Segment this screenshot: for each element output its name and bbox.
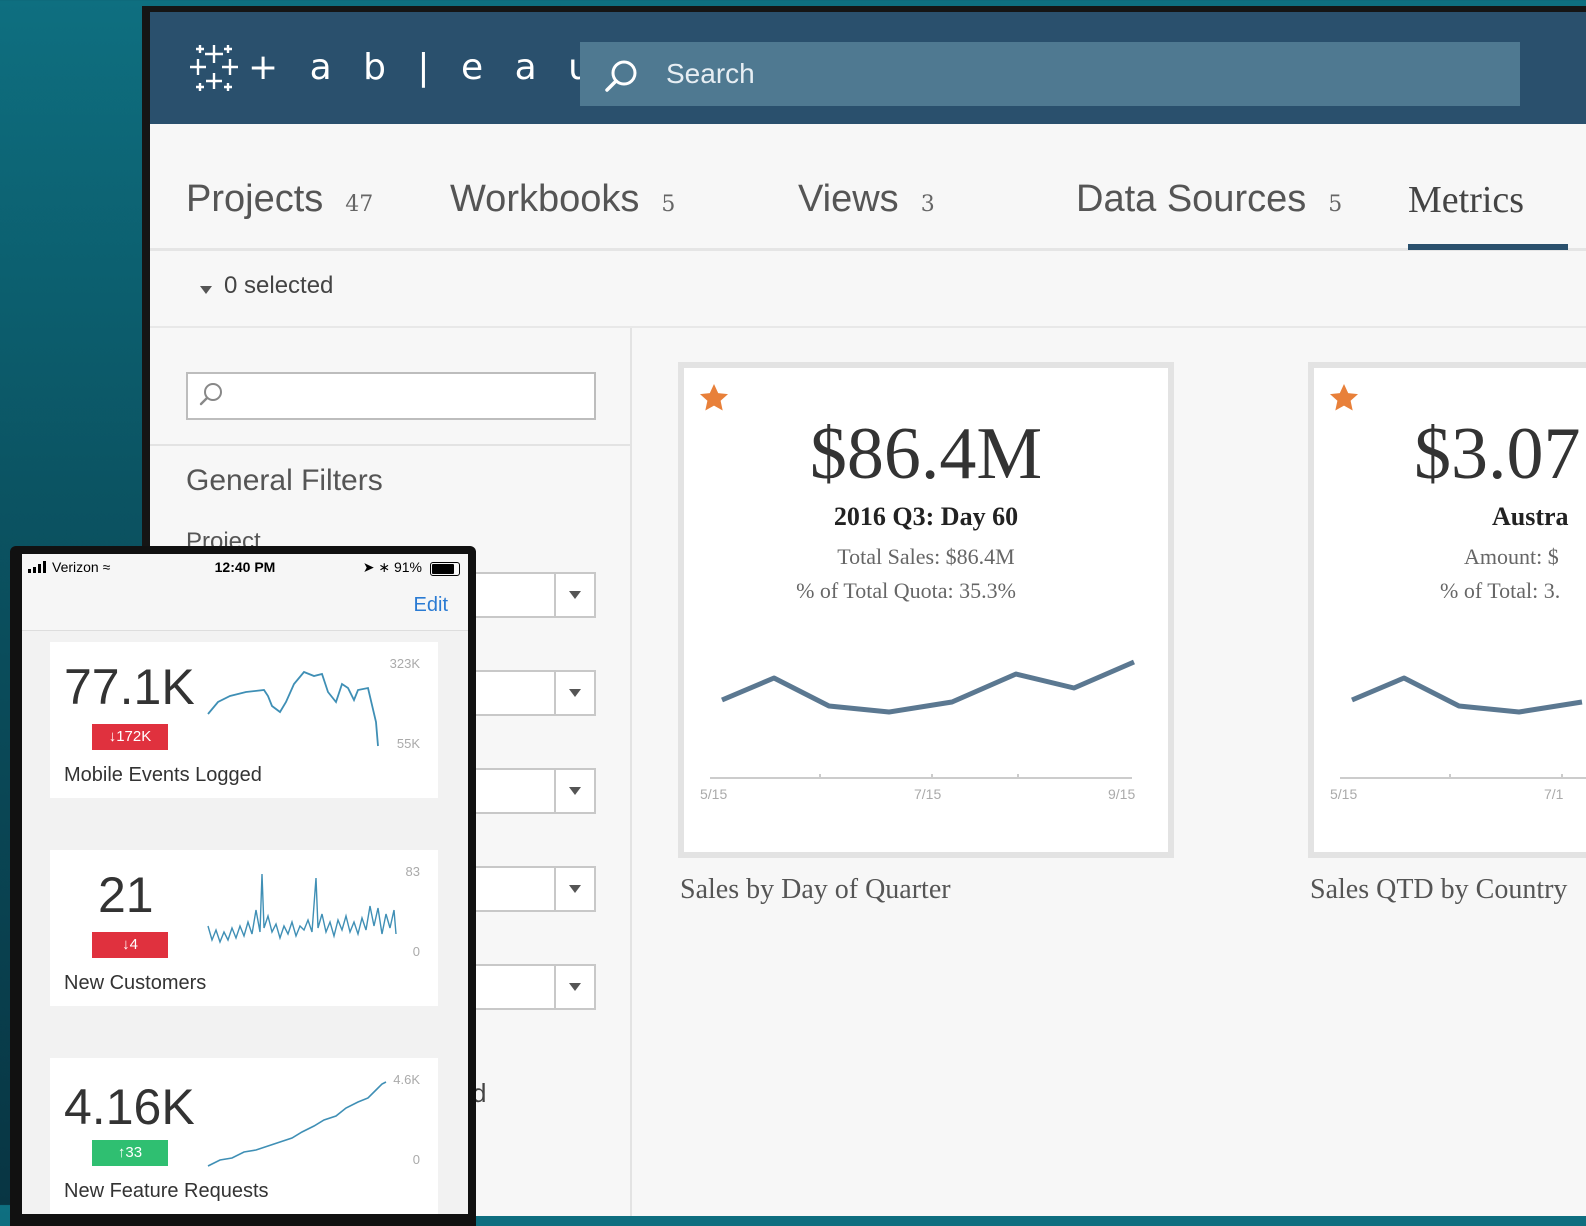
- battery-percent: 91%: [393, 559, 422, 575]
- edit-button[interactable]: Edit: [414, 594, 448, 617]
- delta-badge: ↓4: [92, 932, 168, 958]
- metric-card[interactable]: $3.07 Austra Amount: $ % of Total: 3. 5/…: [1308, 362, 1586, 858]
- delta-badge: ↑33: [92, 1140, 168, 1166]
- sparkline: [207, 1081, 387, 1167]
- sparkline: [207, 670, 379, 747]
- spark-min: 55K: [396, 736, 420, 751]
- spark-max: 83: [405, 864, 420, 879]
- metric-value: $86.4M: [809, 413, 1043, 495]
- metric-detail: Total Sales: $86.4M: [837, 544, 1015, 569]
- metric-value: $3.07: [1414, 413, 1581, 495]
- phone-nav-bar: Edit: [22, 582, 468, 631]
- divider: [150, 444, 630, 446]
- metric-trend-line: [1340, 675, 1586, 779]
- tab-label: Data Sources: [1076, 178, 1307, 220]
- phone-device: Verizon ≈ 12:40 PM ➤ ∗ 91% Edit 77.1K ↓1…: [10, 546, 476, 1226]
- metric-trend-line: [710, 659, 1135, 779]
- tableau-plus-mark-icon: [190, 45, 238, 91]
- search-icon: [199, 383, 222, 406]
- tab-count: 5: [661, 192, 676, 217]
- metric-card[interactable]: $86.4M 2016 Q3: Day 60 Total Sales: $86.…: [678, 362, 1174, 858]
- metric-caption[interactable]: Sales by Day of Quarter: [680, 874, 951, 906]
- metric-card-mobile[interactable]: 77.1K ↓172K Mobile Events Logged 323K 55…: [50, 642, 438, 798]
- logo-wordmark: + a b | e a u: [248, 46, 601, 88]
- axis-tick-label: 5/15: [700, 786, 728, 802]
- metric-period: 2016 Q3: Day 60: [833, 502, 1019, 531]
- metric-card-mobile[interactable]: 4.16K ↑33 New Feature Requests 4.6K 0: [50, 1058, 438, 1214]
- tableau-logo[interactable]: + a b | e a u: [186, 42, 601, 92]
- battery-icon: [430, 562, 460, 576]
- tab-workbooks[interactable]: Workbooks 5: [450, 178, 675, 221]
- star-icon[interactable]: [1328, 382, 1360, 414]
- delta-badge: ↓172K: [92, 724, 168, 750]
- top-bar: + a b | e a u Search: [150, 12, 1586, 124]
- metric-period: Austra: [1492, 502, 1569, 531]
- axis-tick-label: 7/15: [914, 786, 942, 802]
- filters-heading: General Filters: [186, 464, 383, 497]
- metric-name: New Feature Requests: [64, 1180, 269, 1202]
- search-icon: [605, 60, 637, 92]
- tab-label: Metrics: [1408, 179, 1525, 221]
- caret-down-icon[interactable]: [200, 286, 212, 294]
- spark-min: 0: [412, 944, 420, 959]
- selection-bar: 0 selected: [150, 250, 1586, 328]
- axis-tick-label: 5/15: [1330, 786, 1358, 802]
- metric-detail: % of Total: 3.: [1440, 578, 1561, 603]
- star-icon[interactable]: [698, 382, 730, 414]
- filter-search-input[interactable]: [186, 372, 596, 420]
- location-icon: ➤: [362, 559, 375, 575]
- chevron-down-icon[interactable]: [554, 672, 594, 714]
- tab-views[interactable]: Views 3: [798, 178, 935, 221]
- chevron-down-icon[interactable]: [554, 574, 594, 616]
- tab-data-sources[interactable]: Data Sources 5: [1076, 178, 1342, 221]
- status-bar: Verizon ≈ 12:40 PM ➤ ∗ 91%: [22, 554, 468, 582]
- chevron-down-icon[interactable]: [554, 868, 594, 910]
- battery-label: ➤ ∗ 91%: [363, 559, 422, 576]
- tab-projects[interactable]: Projects 47: [186, 178, 373, 221]
- axis-tick-label: 9/15: [1108, 786, 1136, 802]
- chevron-down-icon[interactable]: [554, 770, 594, 812]
- tab-label: Views: [798, 178, 899, 220]
- metric-caption[interactable]: Sales QTD by Country: [1310, 874, 1567, 906]
- tab-label: Workbooks: [450, 178, 640, 220]
- tab-count: 3: [920, 192, 935, 217]
- search-placeholder: Search: [666, 58, 755, 89]
- metric-value: 21: [98, 867, 154, 923]
- tab-metrics[interactable]: Metrics: [1408, 178, 1524, 222]
- tab-label: Projects: [186, 178, 324, 220]
- metric-value: 4.16K: [64, 1079, 195, 1135]
- chevron-down-icon[interactable]: [554, 966, 594, 1008]
- metric-name: New Customers: [64, 972, 207, 994]
- metric-card-mobile[interactable]: 21 ↓4 New Customers 83 0: [50, 850, 438, 1006]
- sparkline: [207, 873, 397, 945]
- metric-name: Mobile Events Logged: [64, 764, 262, 786]
- spark-min: 0: [412, 1152, 420, 1167]
- metric-value: 77.1K: [64, 659, 195, 715]
- axis-tick-label: 7/1: [1544, 786, 1564, 802]
- metric-detail: Amount: $: [1464, 544, 1559, 569]
- selected-count[interactable]: 0 selected: [224, 272, 333, 300]
- bluetooth-icon: ∗: [378, 559, 391, 575]
- tab-count: 5: [1328, 192, 1343, 217]
- spark-max: 323K: [389, 656, 420, 671]
- phone-screen: Verizon ≈ 12:40 PM ➤ ∗ 91% Edit 77.1K ↓1…: [22, 554, 468, 1214]
- search-bar[interactable]: Search: [580, 42, 1520, 106]
- metric-detail: % of Total Quota: 35.3%: [796, 578, 1016, 603]
- content-tabs: Projects 47 Workbooks 5 Views 3 Data Source…: [150, 124, 1586, 251]
- tab-count: 47: [345, 192, 374, 217]
